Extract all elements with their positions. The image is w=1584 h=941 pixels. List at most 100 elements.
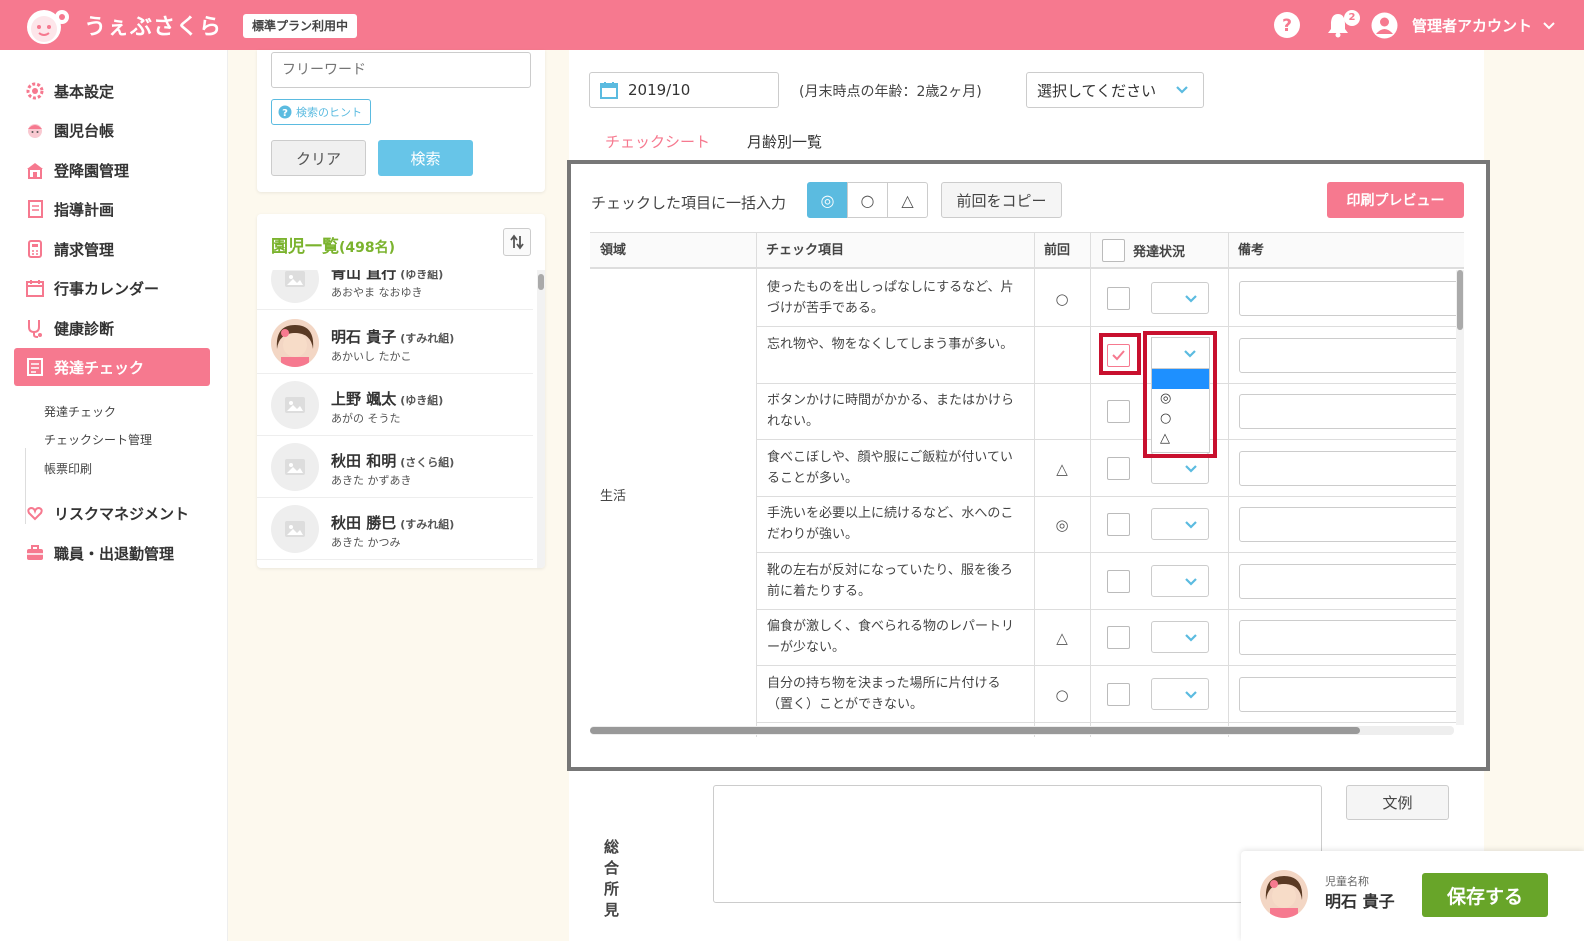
table-row: 靴の左右が反対になっていたり、服を後ろ前に着たりする。 [756, 553, 1464, 610]
kids-list-scrollbar[interactable] [537, 270, 545, 568]
user-avatar-icon[interactable] [1371, 12, 1398, 39]
row-checkbox[interactable] [1107, 570, 1130, 593]
sidebar-item-label: 請求管理 [54, 240, 115, 259]
note-input[interactable] [1239, 620, 1464, 655]
sidebar-item-label: 職員・出退勤管理 [54, 544, 175, 563]
kid-photo-avatar [271, 319, 319, 367]
note-input[interactable] [1239, 507, 1464, 542]
sidebar-item-event-calendar[interactable]: 行事カレンダー [14, 269, 210, 307]
month-picker[interactable]: 2019/10 [589, 72, 779, 108]
sidebar-subitem-development-check[interactable]: 発達チェック [44, 403, 116, 420]
status-select[interactable] [1151, 282, 1209, 314]
calendar-icon [24, 277, 46, 299]
summary-textarea[interactable] [713, 785, 1322, 903]
row-checkbox[interactable] [1107, 626, 1130, 649]
select-all-checkbox[interactable] [1102, 239, 1125, 262]
notification-badge: 2 [1344, 10, 1360, 26]
check-item-text: 偏食が激しく、食べられる物のレパートリーが少ない。 [767, 619, 1015, 655]
highlight-box-dropdown [1143, 331, 1217, 458]
sort-button[interactable] [503, 228, 531, 256]
kid-class: (すみれ組) [400, 332, 455, 345]
sidebar-item-label: 園児台帳 [54, 121, 115, 140]
save-button[interactable]: 保存する [1422, 873, 1548, 917]
tab-checksheet[interactable]: チェックシート [605, 131, 710, 152]
row-checkbox[interactable] [1107, 400, 1130, 423]
plan-badge: 標準プラン利用中 [243, 14, 358, 38]
status-select[interactable] [1151, 678, 1209, 710]
sidebar-item-child-register[interactable]: 園児台帳 [14, 111, 210, 149]
domain-cell: 生活 [600, 489, 627, 504]
briefcase-icon [24, 542, 46, 564]
note-input[interactable] [1239, 564, 1464, 599]
kid-list-item[interactable]: 秋田 勝巳 (すみれ組) あきた かつみ [257, 498, 533, 560]
building-icon [24, 159, 46, 181]
row-checkbox[interactable] [1107, 457, 1130, 480]
sidebar-item-staff-attendance[interactable]: 職員・出退勤管理 [14, 534, 210, 572]
sidebar-subitem-form-print[interactable]: 帳票印刷 [44, 460, 92, 477]
sidebar-item-risk-management[interactable]: リスクマネジメント [14, 494, 210, 532]
sort-arrows-icon [510, 234, 524, 250]
sheet-select[interactable]: 選択してください [1026, 72, 1204, 108]
scrollbar-thumb[interactable] [590, 727, 1360, 734]
table-horizontal-scrollbar[interactable] [590, 726, 1454, 735]
scrollbar-thumb[interactable] [538, 274, 544, 290]
search-button[interactable]: 検索 [378, 140, 473, 176]
note-input[interactable] [1239, 451, 1464, 486]
svg-text:?: ? [282, 108, 288, 119]
chevron-down-icon [1543, 22, 1555, 30]
search-hint-label: 検索のヒント [296, 106, 362, 119]
header-previous: 前回 [1034, 233, 1090, 269]
sidebar-item-basic-settings[interactable]: 基本設定 [14, 72, 210, 110]
child-name: 明石 貴子 [1325, 892, 1395, 911]
search-hint-button[interactable]: ? 検索のヒント [271, 99, 371, 125]
checksheet-table: 領域 チェック項目 前回 発達状況 備考 生活 使ったものを出しっぱなしにするな… [590, 232, 1464, 737]
note-input[interactable] [1239, 394, 1464, 429]
note-input[interactable] [1239, 338, 1464, 373]
checklist-icon [24, 356, 46, 378]
table-vertical-scrollbar[interactable] [1456, 270, 1464, 725]
kid-kana: あきた かずあき [331, 474, 412, 487]
sidebar-item-billing[interactable]: 請求管理 [14, 230, 210, 268]
note-input[interactable] [1239, 677, 1464, 712]
scrollbar-thumb[interactable] [1457, 270, 1463, 330]
kid-list-item[interactable]: 上野 颯太 (ゆき組) あがの そうた [257, 374, 533, 436]
copy-previous-button[interactable]: 前回をコピー [941, 182, 1062, 218]
child-name-label: 児童名称 [1325, 875, 1369, 888]
child-photo-avatar [1260, 870, 1308, 918]
account-menu[interactable]: 管理者アカウント [1412, 15, 1555, 36]
chevron-down-icon [1176, 86, 1188, 94]
example-text-button[interactable]: 文例 [1346, 785, 1449, 820]
tab-monthly-list[interactable]: 月齢別一覧 [747, 131, 822, 152]
check-item-text: 食べこぼしや、顔や服にご飯粒が付いていることが多い。 [767, 450, 1013, 486]
previous-mark: ○ [1055, 289, 1069, 308]
status-select[interactable] [1151, 621, 1209, 653]
chevron-down-icon [1185, 634, 1197, 642]
clear-button[interactable]: クリア [271, 140, 366, 176]
row-checkbox[interactable] [1107, 513, 1130, 536]
app-logo[interactable]: うぇぶさくら [0, 0, 228, 50]
sidebar-item-development-check[interactable]: 発達チェック [14, 348, 210, 386]
kid-list-item[interactable]: 明石 貴子 (すみれ組) あかいし たかこ [257, 312, 533, 374]
kids-title-label: 園児一覧 [271, 237, 339, 257]
sidebar-item-health-check[interactable]: 健康診断 [14, 309, 210, 347]
kid-name: 秋田 和明 (さくら組) [331, 450, 454, 471]
status-select[interactable] [1151, 508, 1209, 540]
print-preview-button[interactable]: 印刷プレビュー [1327, 182, 1464, 218]
bulk-circle-button[interactable]: ○ [847, 182, 888, 218]
status-select[interactable] [1151, 565, 1209, 597]
sidebar-item-guidance-plan[interactable]: 指導計画 [14, 190, 210, 228]
freeword-input[interactable] [271, 52, 531, 88]
kid-list-item[interactable]: 秋田 和明 (さくら組) あきた かずあき [257, 436, 533, 498]
help-icon[interactable]: ? [1273, 11, 1301, 39]
sidebar-item-label: 行事カレンダー [54, 279, 160, 298]
bulk-triangle-button[interactable]: △ [887, 182, 928, 218]
sidebar-item-label: 指導計画 [54, 200, 115, 219]
bulk-double-circle-button[interactable]: ◎ [807, 182, 848, 218]
row-checkbox[interactable] [1107, 683, 1130, 706]
note-input[interactable] [1239, 281, 1464, 316]
sidebar-subitem-checksheet-management[interactable]: チェックシート管理 [44, 431, 152, 448]
no-image-avatar-icon [271, 270, 319, 303]
sidebar-item-attendance[interactable]: 登降園管理 [14, 151, 210, 189]
row-checkbox[interactable] [1107, 287, 1130, 310]
kid-list-item[interactable]: 青山 直行 (ゆき組) あおやま なおゆき [257, 270, 533, 310]
